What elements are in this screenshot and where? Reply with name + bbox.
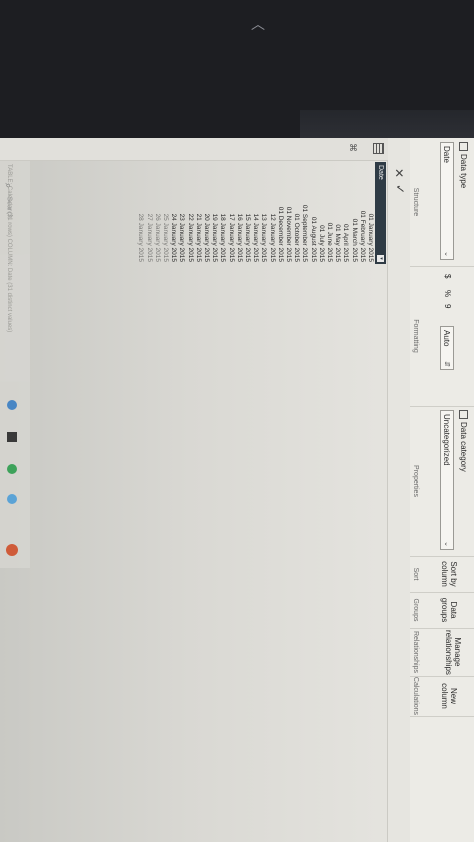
data-category-value: Uncategorized: [442, 414, 451, 466]
close-icon[interactable]: ✕: [392, 168, 406, 178]
table-row[interactable]: 14 January 2015: [251, 162, 259, 264]
table-row[interactable]: 01 April 2015: [341, 162, 349, 264]
table-row[interactable]: 25 January 2015: [161, 162, 169, 264]
table-row[interactable]: 23 January 2015: [177, 162, 185, 264]
model-view-icon[interactable]: ⌘: [347, 143, 358, 154]
table-row[interactable]: 17 January 2015: [227, 162, 235, 264]
table-row[interactable]: 01 November 2015: [284, 162, 292, 264]
structure-group-label: Structure: [412, 187, 419, 217]
table-row[interactable]: 20 January 2015: [202, 162, 210, 264]
currency-button[interactable]: $: [443, 274, 452, 278]
decimals-value: Auto: [442, 330, 451, 347]
sort-group-label: Sort: [412, 567, 419, 581]
groups-group-label: Groups: [412, 598, 419, 622]
dropdown-icon: ⌄: [443, 541, 450, 547]
calculations-group: New column Calculations: [410, 676, 474, 717]
new-column-button[interactable]: New column: [440, 678, 458, 714]
sort-group: Sort by column Sort: [410, 556, 474, 593]
table-row[interactable]: 28 January 2015: [136, 162, 144, 264]
ribbon: Data type Date ⌄ Structure $ % 9 Auto ⇵ …: [409, 138, 474, 842]
dropdown-icon[interactable]: ▾: [377, 255, 384, 262]
data-category-select[interactable]: Uncategorized ⌄: [440, 410, 454, 550]
power-bi-data-view: Data type Date ⌄ Structure $ % 9 Auto ⇵ …: [0, 138, 474, 842]
status-bar: TABLE: Calendar (31 rows) COLUMN: Date (…: [6, 164, 12, 333]
column-header-date[interactable]: Date ▾: [375, 162, 386, 264]
formatting-group-label: Formatting: [412, 319, 419, 353]
formatting-group: $ % 9 Auto ⇵ Formatting: [410, 266, 474, 407]
check-icon[interactable]: ✓: [393, 184, 407, 194]
data-groups-button[interactable]: Data groups: [440, 594, 458, 626]
table-row[interactable]: 22 January 2015: [186, 162, 194, 264]
properties-group: Data category Uncategorized ⌄ Properties: [410, 406, 474, 557]
table-row[interactable]: 26 January 2015: [153, 162, 161, 264]
data-category-icon: [458, 410, 468, 421]
data-category-label: Data category: [459, 422, 468, 472]
table-row[interactable]: 27 January 2015: [145, 162, 153, 264]
data-type-value: Date: [442, 146, 451, 163]
calculations-group-label: Calculations: [412, 676, 419, 716]
table-row[interactable]: 12 January 2015: [268, 162, 276, 264]
table-view-icon[interactable]: [373, 143, 384, 154]
table-row[interactable]: 16 January 2015: [235, 162, 243, 264]
table-row[interactable]: 18 January 2015: [218, 162, 226, 264]
structure-group: Data type Date ⌄ Structure: [410, 138, 474, 267]
table-row[interactable]: 24 January 2015: [169, 162, 177, 264]
table-row[interactable]: 01 May 2015: [333, 162, 341, 264]
table-row[interactable]: 01 September 2015: [300, 162, 308, 264]
table-row[interactable]: 19 January 2015: [210, 162, 218, 264]
data-type-label: Data type: [459, 154, 468, 189]
data-grid: Date ▾ 01 January 2015 01 February 2015 01…: [0, 162, 388, 842]
table-row[interactable]: 01 January 2015: [366, 162, 374, 264]
table-row[interactable]: 01 July 2015: [317, 162, 325, 264]
column-header-label: Date: [377, 165, 384, 180]
decimals-field[interactable]: Auto ⇵: [440, 326, 454, 370]
stepper-icon: ⇵: [443, 361, 450, 367]
formula-bar: ✕ ✓: [387, 138, 410, 842]
chevron-up-icon: ︿: [251, 16, 265, 32]
relationships-group: Manage relationships Relationships: [410, 628, 474, 677]
table-row[interactable]: 15 January 2015: [243, 162, 251, 264]
groups-group: Data groups Groups: [410, 592, 474, 629]
table-row[interactable]: 01 March 2015: [350, 162, 358, 264]
comma-button[interactable]: 9: [443, 304, 452, 308]
view-rail: ⌘: [0, 138, 388, 161]
table-row[interactable]: 01 December 2015: [276, 162, 284, 264]
bezel-edge: [300, 110, 474, 138]
relationships-group-label: Relationships: [412, 630, 419, 674]
table-row[interactable]: 21 January 2015: [194, 162, 202, 264]
table-row[interactable]: 01 June 2015: [325, 162, 333, 264]
data-type-select[interactable]: Date ⌄: [440, 142, 454, 260]
sort-by-column-button[interactable]: Sort by column: [440, 558, 458, 590]
table-row[interactable]: 01 October 2015: [292, 162, 300, 264]
percent-button[interactable]: %: [443, 290, 452, 297]
table-row[interactable]: 01 August 2015: [309, 162, 317, 264]
manage-relationships-button[interactable]: Manage relationships: [444, 630, 462, 675]
table-row[interactable]: 01 February 2015: [358, 162, 366, 264]
data-type-icon: [458, 142, 468, 153]
table-row[interactable]: 13 January 2015: [259, 162, 267, 264]
properties-group-label: Properties: [412, 465, 419, 497]
dropdown-icon: ⌄: [443, 251, 450, 257]
